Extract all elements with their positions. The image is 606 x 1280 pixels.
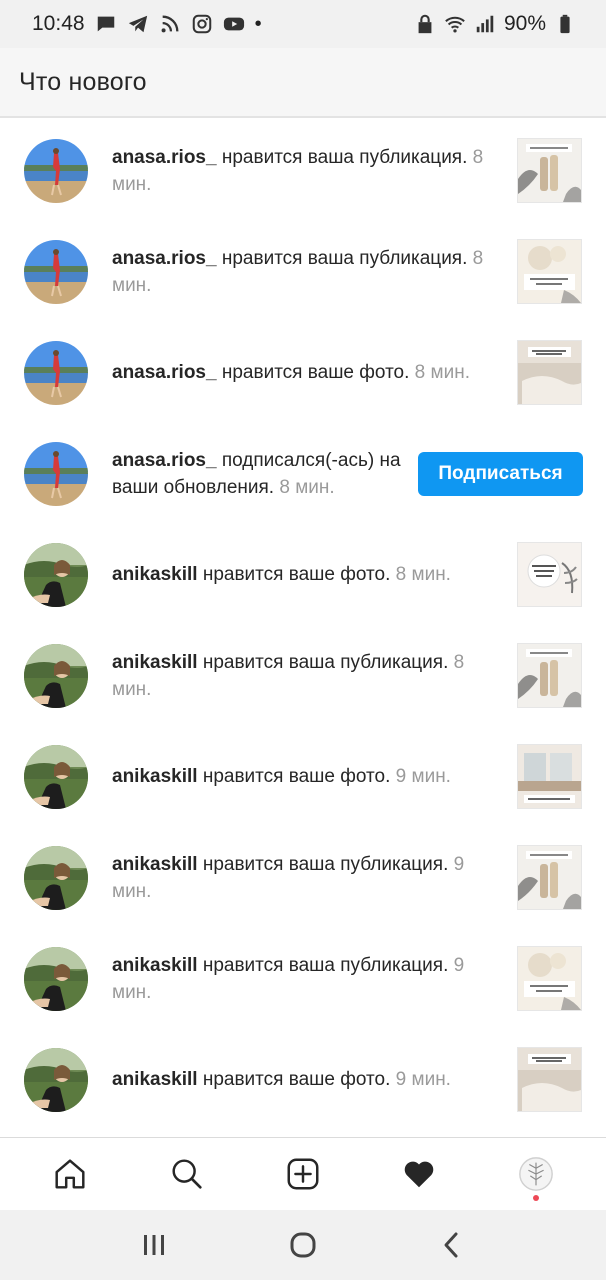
- notification-row[interactable]: anikaskill нравится ваше фото. 8 мин.: [0, 524, 606, 625]
- avatar[interactable]: [24, 138, 88, 203]
- home-icon: [55, 1159, 85, 1189]
- username[interactable]: anasa.rios_: [112, 147, 217, 168]
- notification-action: нравится ваша публикация.: [197, 853, 449, 875]
- recent-apps-button[interactable]: [124, 1215, 184, 1275]
- notification-action: нравится ваше фото.: [197, 564, 391, 585]
- notification-row[interactable]: anikaskill нравится ваша публикация. 9 м…: [0, 928, 606, 1029]
- post-thumbnail[interactable]: [517, 340, 582, 405]
- activity-heart-icon: [405, 1161, 434, 1188]
- instagram-icon: [191, 13, 213, 35]
- username[interactable]: anikaskill: [112, 564, 198, 585]
- status-bar: 10:48 • 90%: [0, 0, 606, 48]
- signal-icon: [474, 13, 496, 35]
- recent-apps-icon: [144, 1235, 165, 1255]
- telegram-icon: [127, 13, 149, 35]
- notification-action: нравится ваша публикация.: [216, 146, 468, 168]
- tab-activity[interactable]: [389, 1144, 449, 1204]
- notification-action: нравится ваша публикация.: [216, 247, 468, 269]
- notification-time: 8 мин.: [409, 362, 470, 383]
- tab-search[interactable]: [157, 1144, 217, 1204]
- post-thumbnail[interactable]: [517, 845, 582, 910]
- avatar[interactable]: [24, 946, 88, 1011]
- username[interactable]: anikaskill: [112, 652, 198, 673]
- avatar[interactable]: [24, 1047, 88, 1112]
- notification-dot: [532, 1195, 539, 1201]
- notification-text[interactable]: anikaskill нравится ваше фото. 9 мин.: [112, 1066, 492, 1093]
- avatar[interactable]: [24, 340, 88, 405]
- avatar[interactable]: [24, 643, 88, 708]
- youtube-icon: [223, 13, 245, 35]
- notification-action: нравится ваше фото.: [197, 766, 391, 787]
- notification-text[interactable]: anasa.rios_ подписался(-ась) на ваши обн…: [112, 447, 402, 501]
- notification-row[interactable]: anasa.rios_ нравится ваше фото. 8 мин.: [0, 322, 606, 423]
- rss-icon: [159, 13, 181, 35]
- battery-percent: 90%: [503, 12, 546, 35]
- post-thumbnail[interactable]: [517, 744, 582, 809]
- notification-text[interactable]: anikaskill нравится ваше фото. 9 мин.: [112, 763, 492, 790]
- post-thumbnail[interactable]: [517, 1047, 582, 1112]
- notification-row[interactable]: anasa.rios_ нравится ваша публикация. 8 …: [0, 120, 606, 221]
- notification-time: 9 мин.: [390, 1069, 451, 1090]
- notification-action: нравится ваше фото.: [216, 362, 410, 383]
- notification-action: нравится ваша публикация.: [197, 651, 449, 673]
- follow-button[interactable]: Подписаться: [418, 451, 583, 496]
- notification-time: 9 мин.: [390, 766, 451, 787]
- notification-row[interactable]: anikaskill нравится ваша публикация. 9 м…: [0, 827, 606, 928]
- notification-row[interactable]: anikaskill нравится ваша публикация. 8 м…: [0, 625, 606, 726]
- header: Что нового: [0, 48, 606, 118]
- tab-home[interactable]: [40, 1144, 100, 1204]
- post-thumbnail[interactable]: [517, 643, 582, 708]
- username[interactable]: anikaskill: [112, 766, 198, 787]
- post-thumbnail[interactable]: [517, 138, 582, 203]
- post-thumbnail[interactable]: [517, 239, 582, 304]
- message-icon: [95, 13, 117, 35]
- username[interactable]: anikaskill: [112, 955, 198, 976]
- lock-icon: [414, 13, 436, 35]
- notification-time: 8 мин.: [274, 476, 335, 498]
- username[interactable]: anasa.rios_: [112, 450, 217, 471]
- tab-profile[interactable]: [506, 1144, 566, 1204]
- battery-icon: [554, 13, 576, 35]
- avatar[interactable]: [24, 239, 88, 304]
- username[interactable]: anikaskill: [112, 1069, 198, 1090]
- activity-feed[interactable]: anasa.rios_ нравится ваша публикация. 8 …: [0, 120, 606, 1137]
- notification-time: 8 мин.: [390, 564, 451, 585]
- post-thumbnail[interactable]: [517, 542, 582, 607]
- notification-text[interactable]: anikaskill нравится ваша публикация. 9 м…: [112, 952, 492, 1006]
- notification-text[interactable]: anasa.rios_ нравится ваше фото. 8 мин.: [112, 359, 492, 386]
- profile-avatar: [518, 1157, 553, 1191]
- notification-row[interactable]: anasa.rios_ нравится ваша публикация. 8 …: [0, 221, 606, 322]
- notification-row[interactable]: anikaskill нравится ваше фото. 9 мин.: [0, 726, 606, 827]
- notification-text[interactable]: anikaskill нравится ваша публикация. 8 м…: [112, 649, 492, 703]
- notification-action: нравится ваше фото.: [197, 1069, 391, 1090]
- avatar[interactable]: [24, 845, 88, 910]
- more-notifications-dot: •: [254, 12, 262, 35]
- notification-row[interactable]: anikaskill нравится ваше фото. 9 мин.: [0, 1029, 606, 1130]
- notification-text[interactable]: anasa.rios_ нравится ваша публикация. 8 …: [112, 245, 492, 299]
- status-time: 10:48: [32, 12, 85, 35]
- back-button[interactable]: [422, 1215, 482, 1275]
- page-title: Что нового: [19, 67, 147, 96]
- username[interactable]: anasa.rios_: [112, 248, 217, 269]
- android-nav-bar: [0, 1210, 606, 1280]
- back-chevron-icon: [444, 1232, 458, 1258]
- new-post-icon: [287, 1158, 319, 1190]
- avatar[interactable]: [24, 542, 88, 607]
- avatar[interactable]: [24, 441, 88, 506]
- tab-new-post[interactable]: [273, 1144, 333, 1204]
- notification-text[interactable]: anikaskill нравится ваше фото. 8 мин.: [112, 561, 492, 588]
- username[interactable]: anasa.rios_: [112, 362, 217, 383]
- wifi-icon: [444, 13, 466, 35]
- notification-action: нравится ваша публикация.: [197, 954, 449, 976]
- post-thumbnail[interactable]: [517, 946, 582, 1011]
- notification-row[interactable]: anasa.rios_ подписался(-ась) на ваши обн…: [0, 423, 606, 524]
- avatar[interactable]: [24, 744, 88, 809]
- notification-text[interactable]: anikaskill нравится ваша публикация. 9 м…: [112, 851, 492, 905]
- tab-bar: [0, 1137, 606, 1210]
- username[interactable]: anikaskill: [112, 854, 198, 875]
- home-circle-icon: [290, 1232, 316, 1258]
- search-icon: [172, 1159, 202, 1189]
- notification-text[interactable]: anasa.rios_ нравится ваша публикация. 8 …: [112, 144, 492, 198]
- home-button[interactable]: [273, 1215, 333, 1275]
